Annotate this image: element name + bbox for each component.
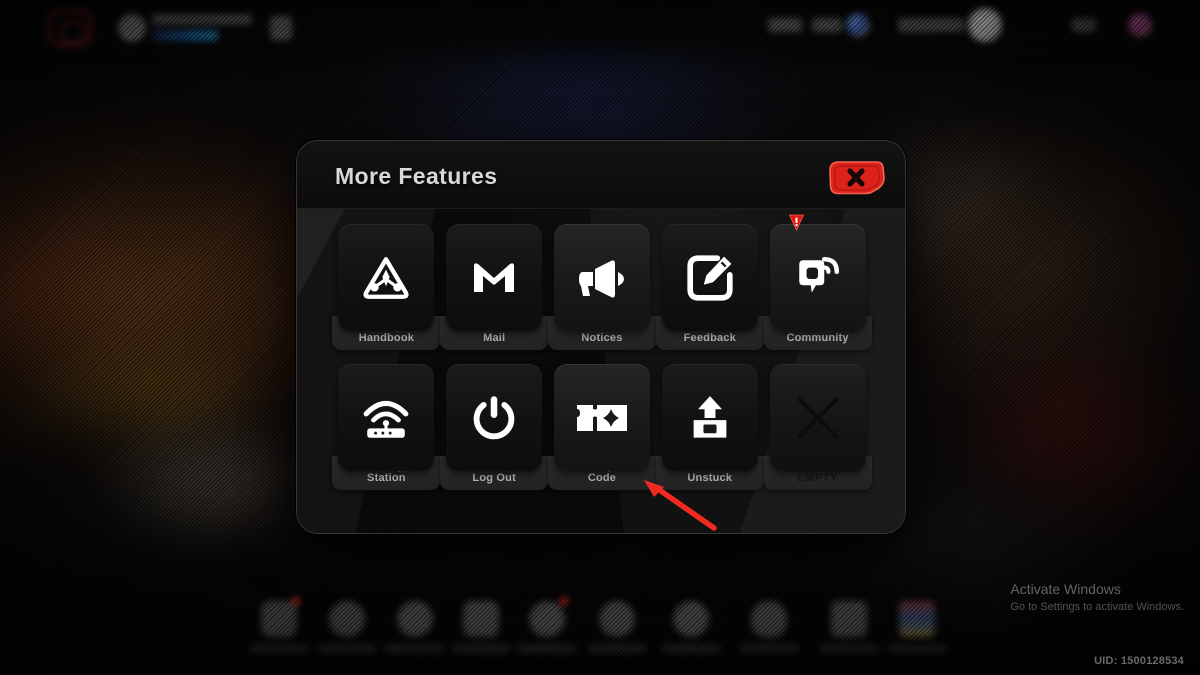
features-grid: Proxy Handbook Mail	[332, 214, 872, 504]
dock-item-1[interactable]	[250, 597, 308, 653]
game-logo-icon	[48, 10, 92, 46]
hud-extra-button[interactable]	[270, 16, 292, 40]
watermark-title: Activate Windows	[1010, 581, 1121, 597]
dock-label-4	[452, 644, 510, 653]
dock-label-6	[588, 644, 646, 653]
currency-value-1b	[812, 18, 842, 32]
dock-icon-3	[397, 601, 433, 637]
ticket-icon	[553, 364, 650, 471]
player-level-bar	[152, 30, 218, 41]
dock-label-1	[250, 644, 308, 653]
dock-label-7	[662, 644, 720, 653]
tile-community[interactable]: Community	[763, 214, 872, 364]
currency-value-2	[898, 18, 964, 32]
dock-icon-4	[463, 601, 499, 637]
tile-unstuck[interactable]: Unstuck	[655, 364, 764, 504]
game-screen: More Features Handbook Mail Notices Feed…	[0, 0, 1200, 675]
currency-value-1	[768, 18, 802, 32]
more-features-dialog: More Features Handbook Mail Notices Feed…	[296, 140, 906, 534]
x-cross-icon	[769, 364, 866, 471]
megaphone-icon	[553, 224, 650, 331]
top-hud-bar	[0, 0, 1200, 58]
dock-icon-9	[831, 601, 867, 637]
dock-item-9[interactable]	[820, 601, 878, 653]
menu-grid-icon	[261, 601, 297, 637]
alert-badge-icon	[788, 214, 805, 231]
tile-empty-slot[interactable]: EMPTY	[763, 364, 872, 504]
dock-item-6[interactable]	[588, 601, 646, 653]
tile-notices[interactable]: Notices	[547, 224, 656, 364]
tile-mail[interactable]: Mail	[440, 224, 549, 364]
currency-value-3	[1072, 18, 1096, 32]
dock-icon-7	[673, 601, 709, 637]
dock-item-7[interactable]	[662, 601, 720, 653]
tile-log-out[interactable]: Log Out	[440, 364, 549, 504]
currency-icon-1[interactable]	[846, 13, 870, 37]
tile-proxy-handbook[interactable]: Proxy Handbook	[332, 224, 441, 364]
close-button[interactable]	[828, 159, 886, 195]
dock-item-5[interactable]	[518, 597, 576, 653]
community-signal-icon	[769, 224, 866, 331]
dock-item-2[interactable]	[318, 601, 376, 653]
dock-label-9	[820, 644, 878, 653]
power-icon	[446, 364, 543, 471]
dialog-body: Proxy Handbook Mail	[297, 209, 905, 533]
tile-redemption-code[interactable]: Redemption Code	[547, 364, 656, 504]
dock-icon-5	[529, 601, 565, 637]
dock-label-5	[518, 644, 576, 653]
watermark-subtitle: Go to Settings to activate Windows.	[1010, 601, 1184, 613]
dock-label-2	[318, 644, 376, 653]
player-avatar[interactable]	[118, 14, 146, 42]
tile-feedback[interactable]: Feedback	[655, 224, 764, 364]
dock-label-3	[386, 644, 444, 653]
feedback-pencil-icon	[661, 224, 758, 331]
page-title: More Features	[335, 163, 498, 189]
dock-item-8[interactable]	[740, 601, 798, 653]
dock-badge-1	[292, 597, 300, 605]
dialog-header: More Features	[297, 141, 905, 209]
dock-icon-10	[899, 601, 935, 637]
dock-icon-2	[329, 601, 365, 637]
proxy-handbook-icon	[338, 224, 435, 331]
dock-icon-6	[599, 601, 635, 637]
player-name-plate	[152, 14, 252, 25]
currency-icon-2[interactable]	[968, 8, 1002, 42]
router-wifi-icon	[338, 364, 435, 471]
dock-label-8	[740, 644, 798, 653]
dock-item-3[interactable]	[386, 601, 444, 653]
dock-icon-8	[751, 601, 787, 637]
dock-item-10[interactable]	[888, 601, 946, 653]
tile-strategy-station[interactable]: Strategy Station	[332, 364, 441, 504]
dock-label-10	[888, 644, 946, 653]
activate-windows-watermark: Activate Windows Go to Settings to activ…	[1010, 580, 1184, 615]
mail-icon	[446, 224, 543, 331]
dock-item-4[interactable]	[452, 601, 510, 653]
unstuck-upload-icon	[661, 364, 758, 471]
currency-icon-3[interactable]	[1128, 13, 1152, 37]
dock-badge-5	[560, 597, 568, 605]
uid-label: UID: 1500128534	[1094, 655, 1184, 667]
